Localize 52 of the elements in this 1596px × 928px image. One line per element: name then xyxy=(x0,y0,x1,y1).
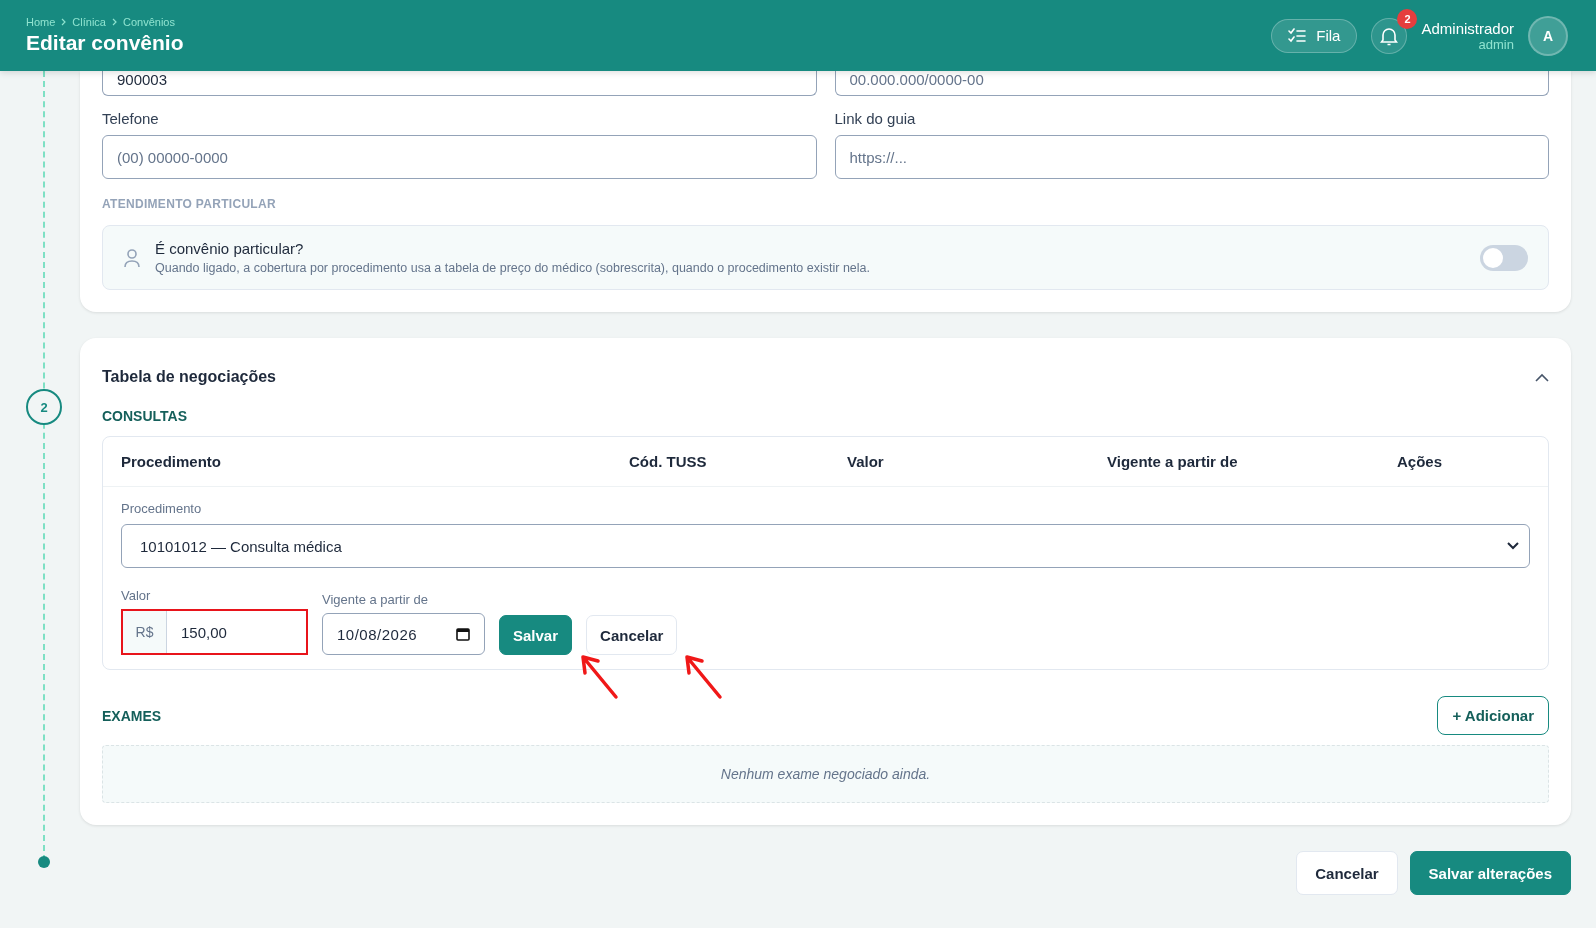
step-end-dot xyxy=(38,856,50,868)
card-title: Tabela de negociações xyxy=(102,368,276,386)
section-heading: CONSULTAS xyxy=(102,408,189,424)
date-field[interactable]: 10/08/2026 xyxy=(322,613,485,655)
value-field[interactable]: R$ 150,00 xyxy=(121,609,308,655)
text-field[interactable]: 00.000.000/0000-00 xyxy=(834,71,1549,96)
section-heading: EXAMES xyxy=(102,707,162,724)
user-role: admin xyxy=(1478,36,1514,52)
column-header: Ações xyxy=(1397,453,1444,470)
currency-prefix: R$ xyxy=(123,611,167,653)
caret-icon xyxy=(1507,542,1519,550)
text-field[interactable]: 900003 xyxy=(102,71,817,96)
section-heading: ATENDIMENTO PARTICULAR xyxy=(102,197,277,211)
field-label: Link do guia xyxy=(834,110,917,127)
breadcrumb-link[interactable]: Convênios xyxy=(122,16,175,28)
column-header: Valor xyxy=(847,453,885,470)
toggle-description: Quando ligado, a cobertura por procedimento usa a tabela de preço do médico (sobrescrita), quando o procedimento existir nela. xyxy=(155,261,871,275)
annotation-arrow xyxy=(578,652,620,700)
field-label: Telefone xyxy=(102,110,160,127)
page-title: Editar convênio xyxy=(26,31,184,55)
save-button[interactable]: Salvar xyxy=(499,615,573,655)
user-name: Administrador xyxy=(1421,19,1514,37)
field-label: Procedimento xyxy=(121,501,203,516)
annotation-arrow xyxy=(682,652,724,700)
toggle-switch[interactable] xyxy=(1480,244,1528,271)
add-button[interactable]: + Adicionar xyxy=(1437,696,1549,735)
chevron-icon xyxy=(111,18,117,26)
toggle-title: É convênio particular? xyxy=(155,240,305,257)
empty-message: Nenhum exame negociado ainda. xyxy=(720,766,931,782)
queue-button[interactable]: Fila xyxy=(1271,18,1358,53)
breadcrumb-link[interactable]: Clínica xyxy=(72,16,106,28)
procedure-select[interactable]: 10101012 — Consulta médica xyxy=(121,524,1530,568)
save-changes-button[interactable]: Salvar alterações xyxy=(1409,851,1571,895)
field-label: Vigente a partir de xyxy=(322,592,429,607)
chevron-icon xyxy=(61,18,67,26)
cancel-button[interactable]: Cancelar xyxy=(1296,851,1398,895)
text-field[interactable]: https://... xyxy=(834,135,1549,179)
field-label: Valor xyxy=(121,588,152,603)
user-avatar[interactable]: A xyxy=(1528,15,1568,56)
column-header: Cód. TUSS xyxy=(629,453,708,470)
calendar-icon xyxy=(456,627,470,641)
checklist-icon xyxy=(1288,27,1307,44)
person-icon xyxy=(123,247,141,268)
chevron-icon[interactable] xyxy=(1535,372,1549,382)
bell-icon xyxy=(1380,25,1399,46)
column-header: Procedimento xyxy=(121,453,223,470)
step-marker: 2 xyxy=(26,389,62,425)
text-field[interactable]: (00) 00000-0000 xyxy=(102,135,817,179)
cancel-button[interactable]: Cancelar xyxy=(586,615,678,655)
notification-badge: 2 xyxy=(1397,8,1418,29)
column-header: Vigente a partir de xyxy=(1107,453,1239,470)
breadcrumb-link[interactable]: Home xyxy=(26,16,56,28)
